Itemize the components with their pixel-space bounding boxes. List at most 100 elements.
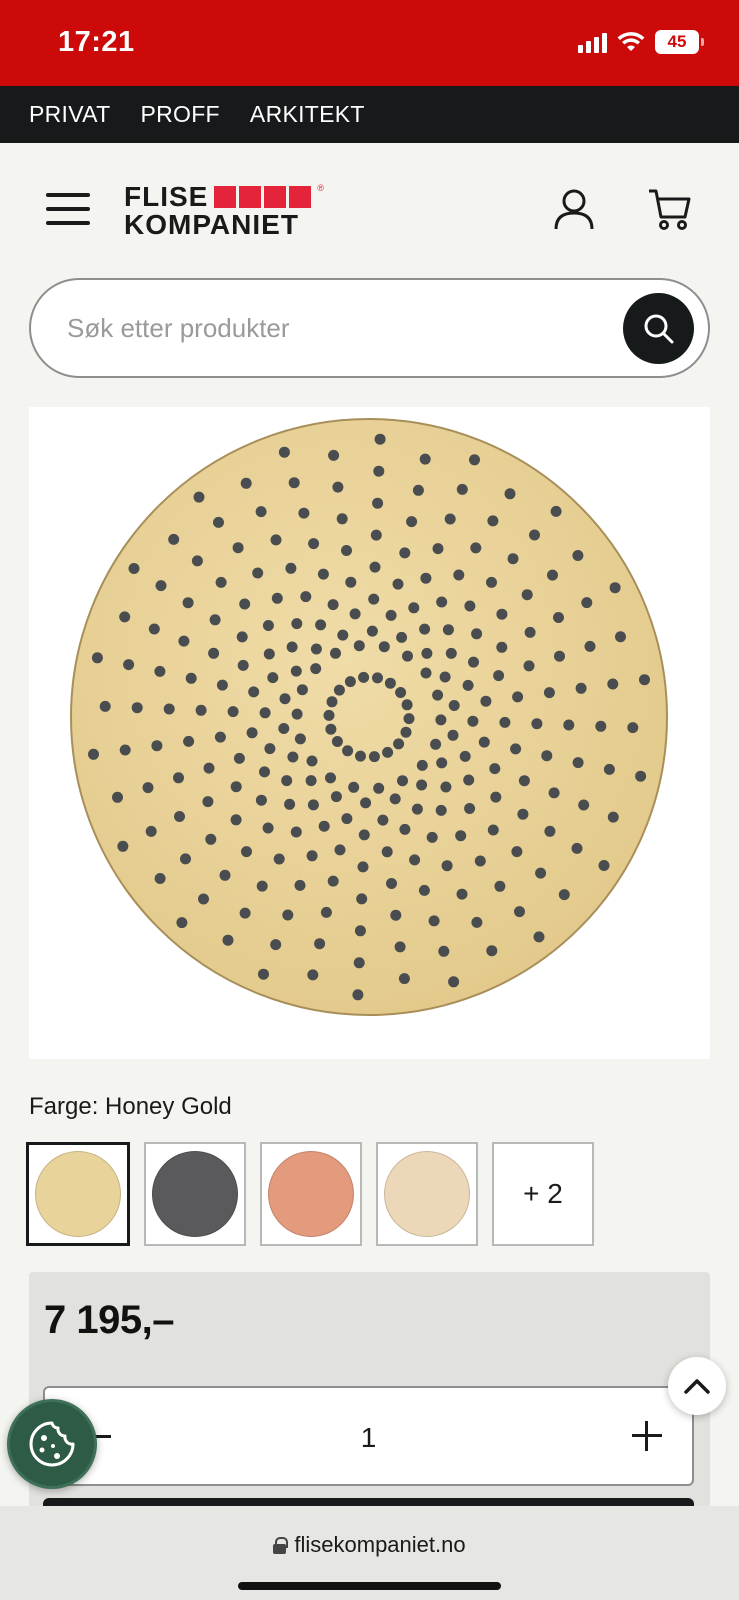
- nozzle: [435, 714, 447, 726]
- nozzle: [419, 453, 431, 465]
- nozzle: [436, 596, 448, 608]
- nozzle: [263, 648, 275, 660]
- nozzle: [453, 569, 465, 581]
- nozzle: [456, 483, 468, 495]
- nozzle: [578, 799, 590, 811]
- nozzle: [117, 840, 129, 852]
- scroll-to-top-button[interactable]: [668, 1357, 726, 1415]
- swatch-honey-gold[interactable]: [26, 1142, 130, 1246]
- menu-icon[interactable]: [46, 193, 90, 225]
- nozzle: [395, 687, 407, 698]
- nozzle: [595, 720, 607, 732]
- nozzle: [258, 968, 269, 980]
- nozzle: [334, 844, 346, 856]
- nozzle: [496, 641, 508, 653]
- nozzle: [195, 704, 207, 716]
- nozzle: [378, 641, 390, 653]
- nozzle: [544, 825, 556, 837]
- nozzle: [463, 774, 475, 786]
- nozzle: [320, 906, 332, 918]
- nozzle: [331, 736, 343, 747]
- nozzle: [202, 796, 214, 808]
- user-icon[interactable]: [552, 187, 596, 231]
- nav-proff[interactable]: PROFF: [140, 101, 219, 128]
- nozzle: [208, 647, 220, 659]
- nozzle: [563, 719, 575, 731]
- nozzle: [270, 939, 282, 951]
- nozzle: [278, 723, 290, 734]
- nozzle: [230, 781, 242, 793]
- nozzle: [326, 696, 338, 708]
- battery-icon: 45: [655, 30, 704, 54]
- nozzle: [496, 608, 508, 620]
- nozzle: [607, 811, 619, 823]
- nozzle: [239, 598, 251, 610]
- nozzle: [386, 878, 397, 889]
- nozzle: [396, 631, 408, 643]
- nozzle: [381, 846, 393, 858]
- home-indicator[interactable]: [238, 1582, 501, 1590]
- nozzle: [399, 547, 411, 559]
- nozzle: [286, 641, 298, 653]
- nozzle: [203, 762, 215, 774]
- swatch-copper[interactable]: [260, 1142, 362, 1246]
- nozzle: [358, 829, 370, 841]
- swatch-gunmetal[interactable]: [144, 1142, 246, 1246]
- quantity-value[interactable]: 1: [45, 1422, 692, 1454]
- nozzle: [294, 733, 306, 745]
- nozzle: [480, 695, 492, 707]
- nozzle: [148, 623, 160, 635]
- cart-icon[interactable]: [647, 187, 693, 231]
- nozzle: [145, 825, 157, 837]
- nozzle: [360, 797, 372, 809]
- brand-logo[interactable]: FLISE KOMPANIET ®: [124, 183, 324, 239]
- nozzle: [290, 826, 302, 838]
- increase-quantity-button[interactable]: [632, 1421, 662, 1451]
- nozzle: [420, 667, 432, 679]
- nozzle: [262, 620, 274, 631]
- nozzle: [408, 602, 420, 614]
- nozzle: [543, 687, 555, 699]
- nozzle: [353, 640, 365, 652]
- nozzle: [401, 699, 413, 711]
- nozzle: [541, 750, 553, 762]
- nozzle: [273, 853, 285, 865]
- nozzle: [571, 842, 583, 854]
- cookie-settings-button[interactable]: [7, 1399, 97, 1489]
- nozzle: [349, 608, 361, 620]
- nozzle: [435, 804, 447, 816]
- nozzle: [494, 880, 506, 892]
- nozzle: [421, 647, 433, 659]
- nozzle: [487, 824, 499, 836]
- nozzle: [464, 600, 476, 612]
- nozzle: [445, 647, 457, 659]
- nav-privat[interactable]: PRIVAT: [29, 101, 110, 128]
- nozzle: [518, 775, 530, 787]
- url-display[interactable]: flisekompaniet.no: [0, 1532, 739, 1558]
- product-image[interactable]: [29, 407, 710, 1059]
- more-swatches-button[interactable]: + 2: [492, 1142, 594, 1246]
- nozzle: [356, 893, 368, 905]
- search-button[interactable]: [623, 293, 694, 364]
- nozzle: [310, 663, 322, 675]
- logo-text-line2: KOMPANIET: [124, 209, 299, 240]
- nozzle: [428, 915, 440, 927]
- nozzle: [183, 735, 195, 747]
- search-input[interactable]: [67, 308, 607, 348]
- nozzle: [205, 833, 217, 845]
- nozzle: [232, 542, 244, 554]
- nozzle: [182, 597, 194, 609]
- nozzle: [119, 744, 131, 756]
- nozzle: [287, 751, 299, 763]
- nozzle: [155, 580, 167, 592]
- nozzle: [512, 691, 524, 703]
- nozzle: [173, 772, 184, 784]
- nozzle: [514, 906, 525, 918]
- swatch-champagne[interactable]: [376, 1142, 478, 1246]
- nav-arkitekt[interactable]: ARKITEKT: [250, 101, 365, 128]
- nozzle: [294, 879, 306, 891]
- nozzle: [248, 686, 260, 698]
- nozzle: [440, 781, 452, 793]
- nozzle: [471, 916, 483, 928]
- segment-nav: PRIVAT PROFF ARKITEKT: [0, 86, 739, 143]
